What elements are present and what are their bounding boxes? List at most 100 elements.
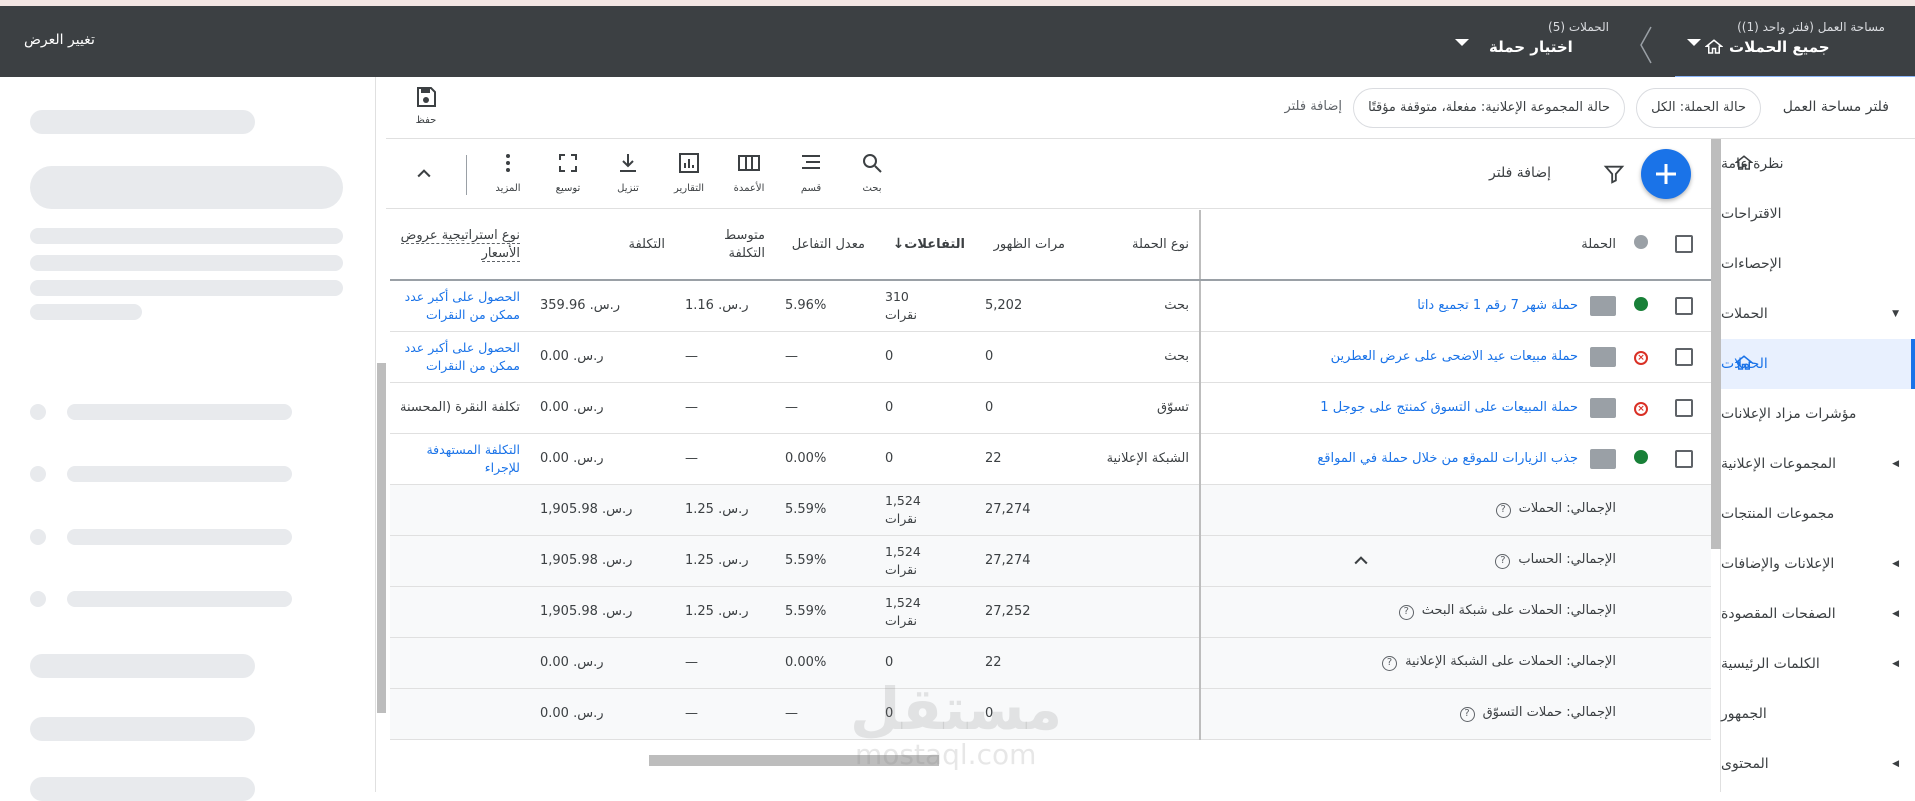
help-icon[interactable]: ? [1398, 605, 1414, 620]
row-checkbox[interactable] [1674, 449, 1693, 468]
workspace-filter-label: فلتر مساحة العمل [1782, 99, 1889, 115]
table-header-row: الحملة نوع الحملة مرات الظهور التفاعلات↓… [390, 210, 1711, 281]
segment-label: قسم [800, 183, 822, 194]
nav-product-groups[interactable]: مجموعات المنتجات [1721, 489, 1915, 539]
workspace-title-text: جميع الحملات [1729, 38, 1830, 56]
change-view-button[interactable]: تغيير العرض [24, 32, 95, 48]
campaign-name-cell: حملة مبيعات عيد الاضحى على عرض العطرين [1199, 331, 1626, 383]
help-icon[interactable]: ? [1495, 503, 1511, 518]
workspace-title: جميع الحملات [1705, 38, 1885, 56]
search-button[interactable]: بحث [847, 151, 897, 194]
campaign-status-chip[interactable]: حالة الحملة: الكل [1636, 88, 1761, 128]
loading-side-panel [0, 77, 376, 801]
search-campaign-type-icon [1590, 295, 1616, 316]
total-interactions-cell: 1,524 نقرات [875, 586, 975, 638]
total-row: الإجمالي: الحملات? 27,274 1,524 نقرات 5.5… [390, 484, 1711, 536]
row-select-cell[interactable] [1656, 433, 1711, 485]
save-button[interactable]: حفظ [406, 85, 446, 126]
expanded-caret-icon: ▼ [1892, 309, 1899, 319]
filter-icon[interactable] [1603, 163, 1625, 185]
nav-keywords[interactable]: ◀ الكلمات الرئيسية [1721, 639, 1915, 689]
chevron-up-icon[interactable] [414, 164, 434, 184]
nav-ads-extensions[interactable]: ◀ الإعلانات والإضافات [1721, 539, 1915, 589]
workspace-selector[interactable]: مساحة العمل (فلتر واحد (1)) جميع الحملات [1705, 6, 1885, 77]
row-select-cell[interactable] [1656, 382, 1711, 434]
table-vertical-scrollbar[interactable] [1711, 139, 1721, 549]
total-bid-cell [390, 586, 530, 638]
table-row: جذب الزيارات للموقع من خلال حملة في المو… [390, 433, 1711, 485]
campaign-dropdown-arrow-icon[interactable] [1455, 39, 1469, 46]
campaign-header[interactable]: الحملة [1199, 210, 1626, 281]
add-filter-link[interactable]: إضافة فلتر [1284, 99, 1342, 114]
workspace-dropdown-arrow-icon[interactable] [1687, 39, 1701, 46]
reports-button[interactable]: التقارير [664, 151, 714, 194]
campaign-link[interactable]: حملة شهر 7 رقم 1 تجميع داتا [1417, 298, 1578, 313]
skeleton-dot [30, 591, 46, 607]
total-spacer [1626, 535, 1711, 587]
bid-strategy-header-label: نوع استراتيجية عروض الأسعار [400, 227, 520, 262]
row-checkbox[interactable] [1674, 347, 1693, 366]
nav-audiences[interactable]: الجمهور [1721, 689, 1915, 739]
download-icon [620, 154, 636, 172]
bid-strategy-cell[interactable]: التكلفة المستهدفة للإجراء [390, 433, 530, 485]
total-spacer [1626, 484, 1711, 536]
bid-strategy-header[interactable]: نوع استراتيجية عروض الأسعار [390, 210, 530, 281]
enabled-status-icon [1634, 449, 1648, 464]
bid-strategy-cell[interactable]: الحصول على أكبر عدد ممكن من النقرات [390, 280, 530, 332]
select-all-checkbox[interactable] [1674, 235, 1693, 254]
add-campaign-button[interactable] [1641, 149, 1691, 199]
select-all-cell[interactable] [1656, 210, 1711, 281]
avg-cost-header[interactable]: متوسط التكلفة [675, 210, 775, 281]
total-type-cell [1075, 535, 1200, 587]
nav-content[interactable]: ◀ المحتوى [1721, 739, 1915, 789]
add-filter-button[interactable]: إضافة فلتر [1489, 165, 1551, 181]
status-cell [1626, 433, 1656, 485]
help-icon[interactable]: ? [1459, 707, 1475, 722]
help-icon[interactable]: ? [1382, 656, 1398, 671]
total-label-cell: الإجمالي: حملات التسوّق? [1199, 688, 1626, 740]
nav-overview[interactable]: نظرة عامة [1721, 139, 1915, 189]
adgroup-status-chip[interactable]: حالة المجموعة الإعلانية: مفعلة، متوقفة م… [1353, 88, 1625, 128]
nav-ad-groups[interactable]: ◀ المجموعات الإعلانية [1721, 439, 1915, 489]
total-cost-cell: ر.س. 1,905.98 [530, 535, 675, 587]
impressions-header[interactable]: مرات الظهور [975, 210, 1075, 281]
row-select-cell[interactable] [1656, 280, 1711, 332]
columns-button[interactable]: الأعمدة [724, 151, 774, 194]
more-button[interactable]: المزيد [483, 151, 533, 194]
row-checkbox[interactable] [1674, 398, 1693, 417]
nav-auction-insights[interactable]: مؤشرات مزاد الإعلانات [1721, 389, 1915, 439]
nav-campaigns[interactable]: الحملات [1721, 339, 1915, 389]
nav-campaigns-group[interactable]: ▼ الحملات [1721, 289, 1915, 339]
help-icon[interactable]: ? [1495, 554, 1511, 569]
interactions-header[interactable]: التفاعلات↓ [875, 210, 975, 281]
reports-icon [679, 153, 699, 173]
expand-button[interactable]: توسيع [543, 151, 593, 194]
collapsed-caret-icon: ◀ [1892, 609, 1899, 619]
bid-strategy-cell[interactable]: الحصول على أكبر عدد ممكن من النقرات [390, 331, 530, 383]
campaign-selector[interactable]: الحملات (5) اختيار حملة [1489, 6, 1609, 77]
row-select-cell[interactable] [1656, 331, 1711, 383]
row-checkbox[interactable] [1674, 296, 1693, 315]
interactions-cell: 0 [875, 382, 975, 434]
nav-recommendations[interactable]: الاقتراحات [1721, 189, 1915, 239]
nav-label: مؤشرات مزاد الإعلانات [1721, 406, 1857, 422]
chevron-up-icon[interactable] [1351, 551, 1371, 571]
nav-landing-pages[interactable]: ◀ الصفحات المقصودة [1721, 589, 1915, 639]
download-button[interactable]: تنزيل [603, 151, 653, 194]
campaign-link[interactable]: حملة مبيعات عيد الاضحى على عرض العطرين [1331, 349, 1578, 364]
left-panel-scrollbar[interactable] [377, 363, 386, 713]
skeleton-line [30, 777, 255, 801]
nav-label: الصفحات المقصودة [1721, 606, 1836, 622]
campaign-link[interactable]: جذب الزيارات للموقع من خلال حملة في المو… [1317, 451, 1578, 466]
cost-cell: ر.س. 359.96 [530, 280, 675, 332]
cost-header[interactable]: التكلفة [530, 210, 675, 281]
segment-button[interactable]: قسم [786, 151, 836, 194]
total-bid-cell [390, 535, 530, 587]
interaction-rate-header[interactable]: معدل التفاعل [775, 210, 875, 281]
campaign-link[interactable]: حملة المبيعات على التسوق كمنتج على جوجل … [1320, 400, 1578, 415]
save-label: حفظ [415, 115, 437, 126]
campaign-type-cell: الشبكة الإعلانية [1075, 433, 1200, 485]
nav-insights[interactable]: الإحصاءات [1721, 239, 1915, 289]
total-bid-cell [390, 637, 530, 689]
campaign-type-header[interactable]: نوع الحملة [1075, 210, 1200, 281]
